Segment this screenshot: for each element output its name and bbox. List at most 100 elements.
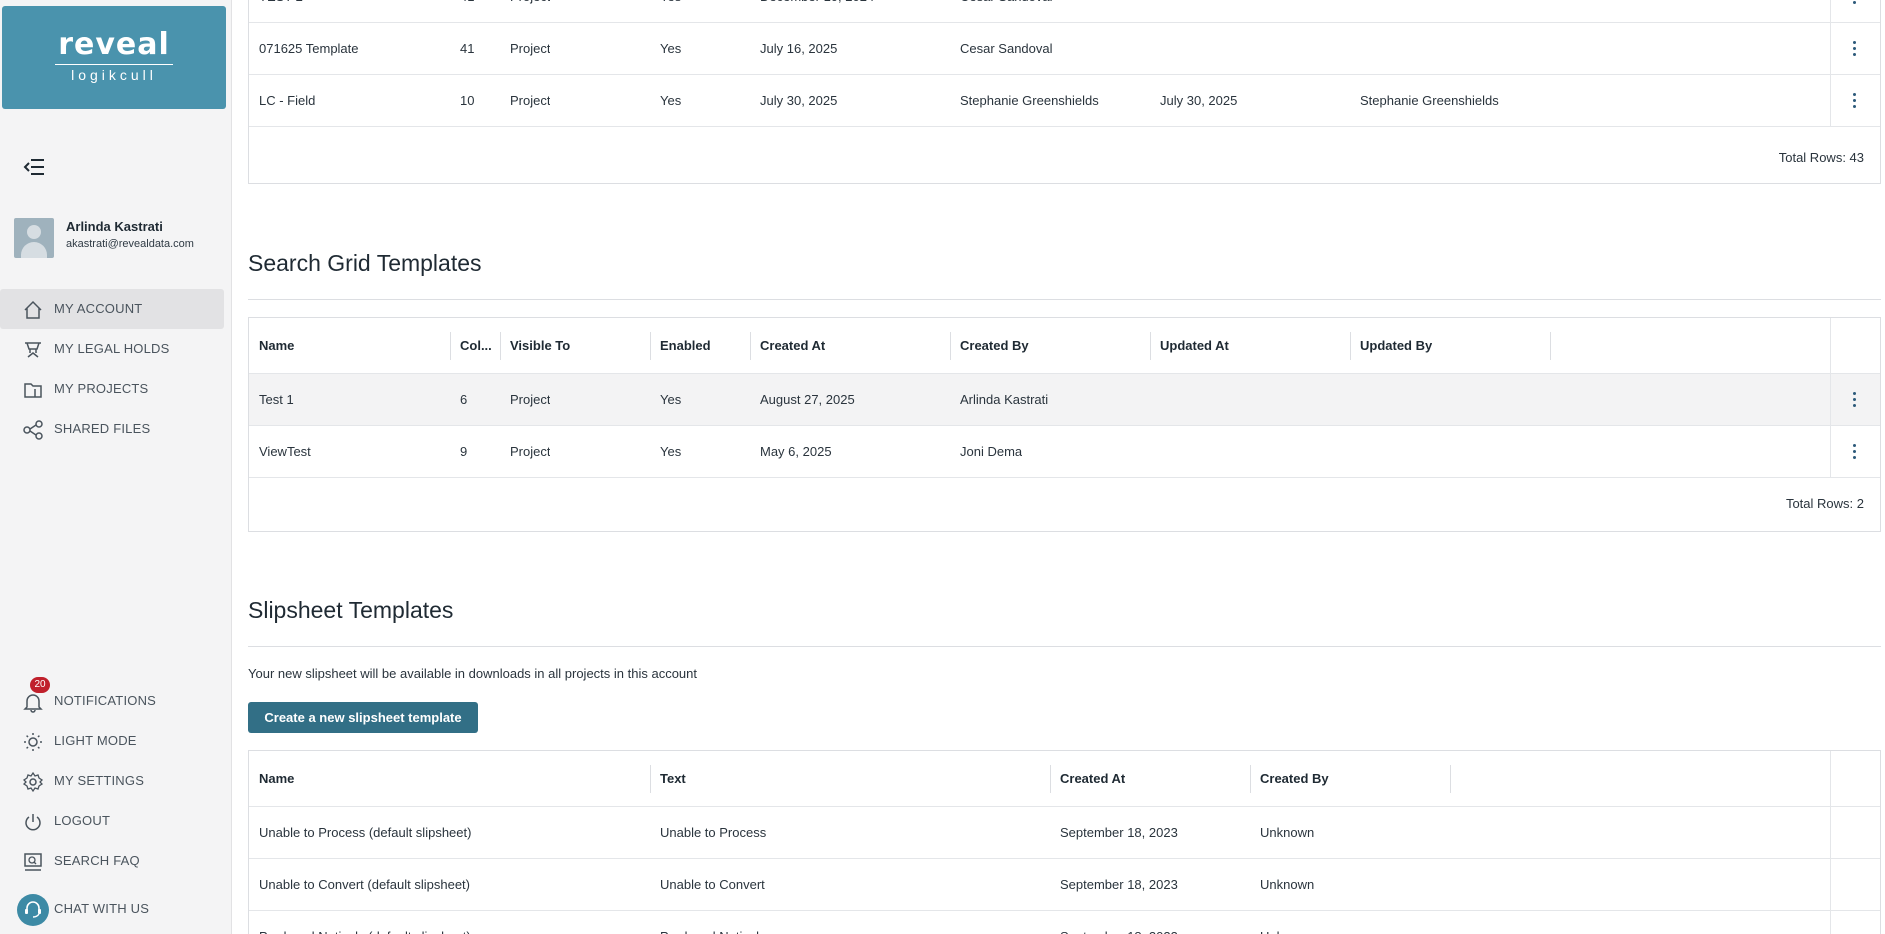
cell-created-at: September 18, 2023: [1060, 825, 1178, 840]
cell-name: 071625 Template: [259, 41, 359, 56]
more-options-icon[interactable]: [1853, 443, 1857, 460]
column-header-created-at[interactable]: Created At: [760, 318, 825, 373]
nav-my-account[interactable]: MY ACCOUNT: [0, 289, 224, 329]
cell-created-by: Arlinda Kastrati: [960, 392, 1049, 407]
nav-my-legal-holds[interactable]: MY LEGAL HOLDS: [0, 329, 224, 369]
avatar: [14, 218, 54, 258]
nav-logout[interactable]: LOGOUT: [0, 801, 224, 841]
total-rows: Total Rows: 43: [1778, 150, 1864, 165]
column-header-created-by[interactable]: Created By: [1260, 751, 1329, 806]
cell-created-at: August 27, 2025: [760, 392, 855, 407]
column-header-visible-to[interactable]: Visible To: [510, 318, 570, 373]
app-root: reveal logikcull Arlinda Kastrati akastr…: [0, 0, 1885, 934]
column-header-columns[interactable]: Col...: [460, 318, 492, 373]
cell-visible-to: Project: [510, 0, 550, 22]
cell-name: Unable to Process (default slipsheet): [259, 825, 472, 840]
cell-created-by: Joni Dema: [960, 444, 1023, 459]
create-slipsheet-template-button[interactable]: Create a new slipsheet template: [248, 702, 478, 733]
reveal-logo[interactable]: reveal logikcull: [2, 6, 226, 109]
folder-icon: [24, 383, 42, 398]
cell-name: ViewTest: [259, 444, 311, 459]
row-actions: [1830, 374, 1880, 425]
column-header-created-by[interactable]: Created By: [960, 318, 1029, 373]
column-header-created-at[interactable]: Created At: [1060, 751, 1125, 806]
logo-divider: [55, 64, 173, 65]
user-profile[interactable]: Arlinda Kastrati akastrati@revealdata.co…: [14, 218, 224, 260]
more-options-icon[interactable]: [1853, 40, 1857, 57]
faq-icon: [24, 853, 42, 871]
logo-brand: reveal: [58, 27, 170, 62]
column-header-name[interactable]: Name: [259, 751, 294, 806]
cell-created-by: Cesar Sandoval: [960, 0, 1053, 22]
cell-created-at: July 16, 2025: [760, 41, 838, 56]
table-row[interactable]: TEST 2 41 Project Yes December 10, 2024 …: [249, 0, 1880, 23]
row-actions: [1830, 426, 1880, 477]
cell-updated-at: July 30, 2025: [1160, 93, 1238, 108]
cell-name: TEST 2: [259, 0, 303, 22]
column-header-updated-at[interactable]: Updated At: [1160, 318, 1229, 373]
cell-name: Produced Natively (default slipsheet): [259, 911, 471, 934]
logo-subtitle: logikcull: [71, 67, 157, 83]
nav-chat-with-us[interactable]: CHAT WITH US: [0, 889, 224, 929]
more-options-icon[interactable]: [1853, 391, 1857, 408]
table-row[interactable]: Produced Natively (default slipsheet) Pr…: [249, 911, 1880, 934]
nav-search-faq[interactable]: SEARCH FAQ: [0, 841, 224, 881]
nav-notifications[interactable]: 20 NOTIFICATIONS: [0, 677, 224, 721]
row-actions: [1830, 911, 1880, 934]
cell-columns: 41: [460, 41, 475, 56]
home-icon: [24, 300, 42, 319]
table-row[interactable]: LC - Field 10 Project Yes July 30, 2025 …: [249, 75, 1880, 127]
cell-columns: 10: [460, 93, 475, 108]
legal-hold-icon: [25, 342, 41, 358]
table-row[interactable]: ViewTest 9 Project Yes May 6, 2025 Joni …: [249, 426, 1880, 478]
cell-enabled: Yes: [660, 41, 682, 56]
column-header-updated-by[interactable]: Updated By: [1360, 318, 1432, 373]
cell-columns: 6: [460, 392, 468, 407]
cell-created-by: Stephanie Greenshields: [960, 93, 1099, 108]
table-row[interactable]: Test 1 6 Project Yes August 27, 2025 Arl…: [249, 374, 1880, 426]
nav-shared-files[interactable]: SHARED FILES: [0, 409, 224, 449]
cell-enabled: Yes: [660, 0, 681, 22]
more-options-icon[interactable]: [1853, 0, 1857, 5]
cell-name: Unable to Convert (default slipsheet): [259, 877, 471, 892]
main-content: TEST 2 41 Project Yes December 10, 2024 …: [248, 0, 1885, 934]
row-actions: [1830, 75, 1880, 126]
nav-light-mode[interactable]: LIGHT MODE: [0, 721, 224, 761]
table-row[interactable]: Unable to Process (default slipsheet) Un…: [249, 807, 1880, 859]
cell-created-at: December 10, 2024: [760, 0, 874, 22]
cell-created-by: Unknown: [1260, 911, 1314, 934]
header-actions: [1830, 318, 1880, 373]
cell-name: LC - Field: [259, 93, 316, 108]
notification-count-badge: 20: [30, 677, 50, 693]
nav-my-projects[interactable]: MY PROJECTS: [0, 369, 224, 409]
cell-enabled: Yes: [660, 392, 682, 407]
nav-label: NOTIFICATIONS: [54, 693, 157, 708]
cell-columns: 9: [460, 444, 468, 459]
chat-icon: [17, 894, 49, 926]
nav-my-settings[interactable]: MY SETTINGS: [0, 761, 224, 801]
sun-icon: [24, 733, 42, 751]
collapse-sidebar-icon[interactable]: [22, 156, 48, 178]
column-header-name[interactable]: Name: [259, 318, 294, 373]
user-email: akastrati@revealdata.com: [66, 238, 194, 250]
nav-label: MY SETTINGS: [54, 773, 145, 788]
table-row[interactable]: Unable to Convert (default slipsheet) Un…: [249, 859, 1880, 911]
slipsheet-description: Your new slipsheet will be available in …: [248, 666, 698, 681]
cell-created-at: July 30, 2025: [760, 93, 838, 108]
table-row[interactable]: 071625 Template 41 Project Yes July 16, …: [249, 23, 1880, 75]
cell-created-at: May 6, 2025: [760, 444, 832, 459]
sidebar: reveal logikcull Arlinda Kastrati akastr…: [0, 0, 232, 934]
nav-label: SEARCH FAQ: [54, 853, 140, 868]
more-options-icon[interactable]: [1853, 92, 1857, 109]
column-header-enabled[interactable]: Enabled: [660, 318, 711, 373]
slipsheet-templates-table: Name Text Created At Created By Unable t…: [248, 750, 1881, 934]
column-header-text[interactable]: Text: [660, 751, 686, 806]
cell-columns: 41: [460, 0, 474, 22]
nav-label: LOGOUT: [54, 813, 111, 828]
section-divider: [248, 646, 1881, 647]
header-actions: [1830, 751, 1880, 806]
cell-visible-to: Project: [510, 41, 551, 56]
cell-visible-to: Project: [510, 93, 551, 108]
cell-text: Unable to Process: [660, 825, 767, 840]
row-actions: [1830, 23, 1880, 74]
